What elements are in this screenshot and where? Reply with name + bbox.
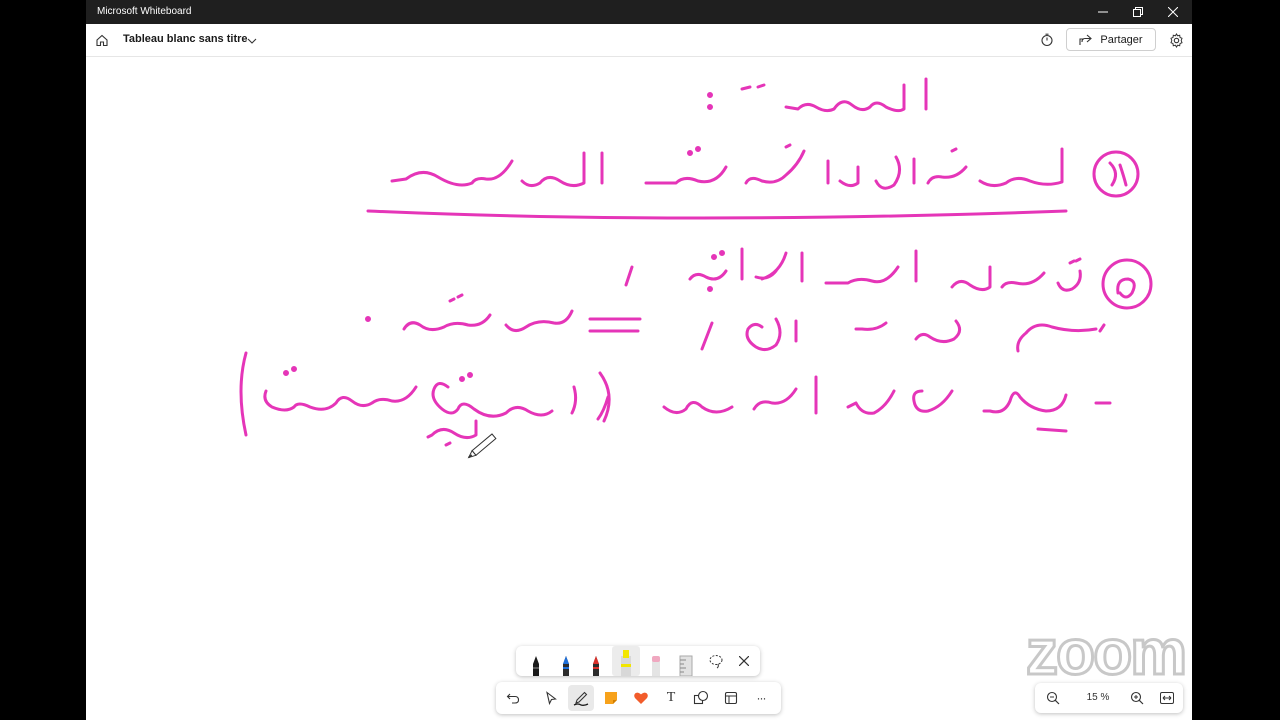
app-bar: Tableau blanc sans titre Partager <box>86 24 1192 57</box>
zoom-in-icon[interactable] <box>1127 688 1147 708</box>
sticky-note-icon[interactable] <box>598 685 624 711</box>
share-button[interactable]: Partager <box>1066 28 1156 51</box>
window-title: Microsoft Whiteboard <box>97 6 192 17</box>
template-icon[interactable] <box>718 685 744 711</box>
zoom-watermark-text: zoom <box>1026 624 1185 684</box>
black-pen[interactable] <box>522 646 550 676</box>
timer-icon[interactable] <box>1038 31 1056 49</box>
close-icon[interactable] <box>730 646 758 676</box>
zoom-out-icon[interactable] <box>1043 688 1063 708</box>
yellow-highlighter[interactable] <box>612 646 640 676</box>
share-label: Partager <box>1100 33 1143 46</box>
fit-icon[interactable] <box>1157 688 1177 708</box>
zoom-watermark-logo: zoom <box>1026 624 1189 684</box>
board-title[interactable]: Tableau blanc sans titre <box>123 33 248 45</box>
undo-icon[interactable] <box>500 685 526 711</box>
share-icon <box>1079 34 1093 45</box>
pen-icon[interactable] <box>568 685 594 711</box>
whiteboard-window: Microsoft Whiteboard Tableau blanc sans … <box>86 0 1192 720</box>
zoom-bar: 15 % <box>1035 683 1183 713</box>
main-toolbar: T ··· <box>496 682 781 714</box>
text-tool-glyph: T <box>666 690 676 705</box>
lasso-icon[interactable] <box>702 646 730 676</box>
chevron-down-icon[interactable] <box>246 34 258 46</box>
title-bar: Microsoft Whiteboard <box>86 0 1192 24</box>
close-icon[interactable] <box>1156 0 1190 24</box>
select-icon[interactable] <box>538 685 564 711</box>
blue-pen[interactable] <box>552 646 580 676</box>
reaction-icon[interactable] <box>628 685 654 711</box>
gear-icon[interactable] <box>1167 31 1185 49</box>
text-icon[interactable]: T <box>658 685 684 711</box>
pink-eraser[interactable] <box>642 646 670 676</box>
more-glyph: ··· <box>756 691 767 705</box>
red-pen[interactable] <box>582 646 610 676</box>
whiteboard-canvas[interactable]: T ··· 15 % <box>86 57 1192 720</box>
pen-toolbar <box>516 646 760 676</box>
zoom-level[interactable]: 15 % <box>1083 692 1113 703</box>
more-icon[interactable]: ··· <box>748 685 774 711</box>
shapes-icon[interactable] <box>688 685 714 711</box>
ruler[interactable] <box>672 646 700 676</box>
restore-icon[interactable] <box>1121 0 1155 24</box>
handwritten-ink <box>239 77 1153 459</box>
minimize-icon[interactable] <box>1086 0 1120 24</box>
home-icon[interactable] <box>92 30 112 50</box>
